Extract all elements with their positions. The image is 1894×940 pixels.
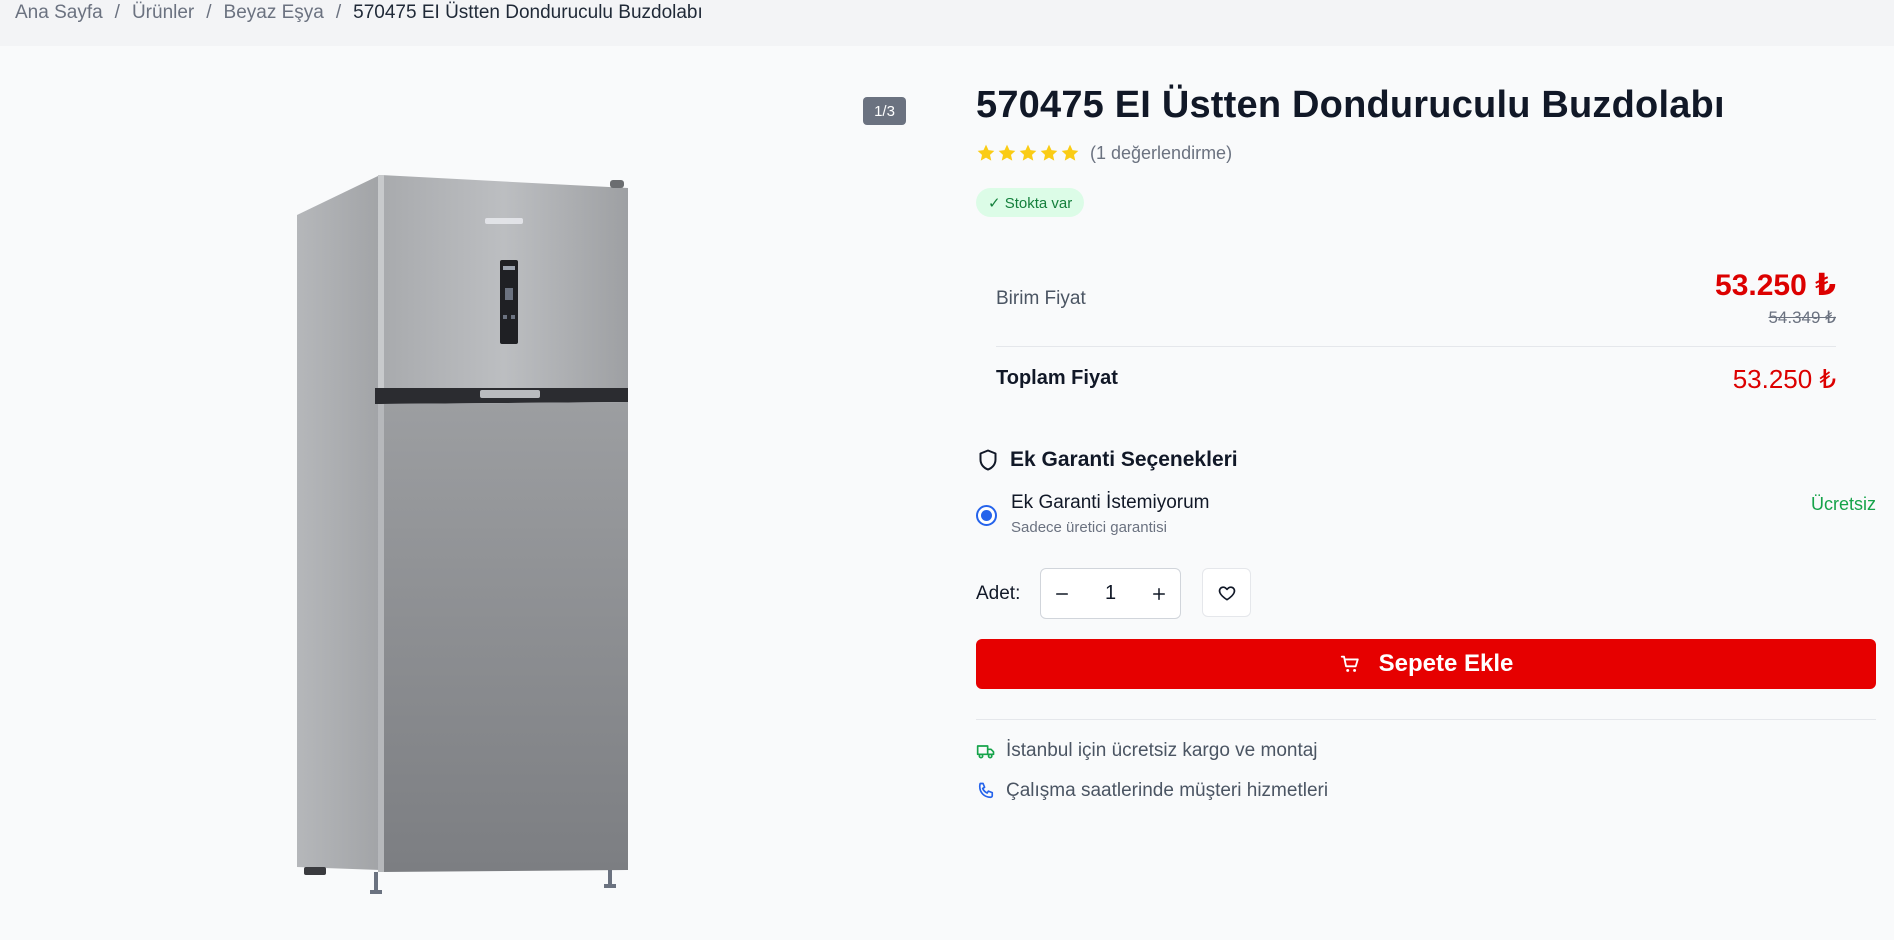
price-box: Birim Fiyat 53.250 ₺ 54.349 ₺ Toplam Fiy… [976, 260, 1856, 415]
breadcrumb-bar: Ana Sayfa / Ürünler / Beyaz Eşya / 57047… [0, 0, 1894, 46]
warranty-radio[interactable] [976, 505, 997, 526]
heart-icon [1218, 585, 1235, 600]
quantity-label: Adet: [976, 583, 1021, 604]
quantity-value[interactable]: 1 [1083, 569, 1138, 618]
decrease-button[interactable] [1041, 569, 1083, 618]
breadcrumb-separator: / [206, 2, 212, 23]
plus-icon [1153, 587, 1165, 600]
total-price: 53.250 ₺ [1732, 364, 1836, 394]
support-info: Çalışma saatlerinde müşteri hizmetleri [976, 780, 1328, 802]
breadcrumb-separator: / [114, 2, 120, 23]
star-icon [977, 144, 995, 161]
star-icon [1040, 144, 1058, 161]
unit-price: 53.250 ₺ [1715, 269, 1836, 302]
fridge-illustration [297, 175, 628, 894]
favorite-button[interactable] [1202, 568, 1251, 617]
product-rating[interactable]: (1 değerlendirme) [976, 142, 1232, 164]
review-count[interactable]: (1 değerlendirme) [1090, 143, 1232, 164]
quantity-stepper: 1 [1040, 568, 1181, 619]
minus-icon [1056, 592, 1068, 595]
add-to-cart-button[interactable]: Sepete Ekle [976, 639, 1876, 689]
price-divider [996, 346, 1836, 347]
add-to-cart-label: Sepete Ekle [1378, 650, 1514, 677]
product-title: 570475 EI Üstten Donduruculu Buzdolabı [976, 84, 1725, 126]
star-icon [1019, 144, 1037, 161]
total-price-label: Toplam Fiyat [996, 367, 1118, 389]
star-icon [1061, 144, 1079, 161]
star-icon [998, 144, 1016, 161]
rating-stars [976, 143, 1080, 163]
info-divider [976, 719, 1876, 720]
support-text: Çalışma saatlerinde müşteri hizmetleri [1006, 780, 1329, 801]
truck-icon [976, 745, 995, 759]
breadcrumb-current: 570475 EI Üstten Donduruculu Buzdolabı [353, 2, 703, 23]
stock-badge: ✓ Stokta var [976, 188, 1085, 217]
breadcrumb-products[interactable]: Ürünler [132, 2, 194, 24]
phone-icon [978, 782, 994, 799]
breadcrumb-home[interactable]: Ana Sayfa [15, 2, 103, 24]
warranty-header: Ek Garanti Seçenekleri [976, 448, 1238, 472]
shield-icon [979, 449, 997, 471]
warranty-option-title: Ek Garanti İstemiyorum [1011, 492, 1210, 513]
shipping-info: İstanbul için ücretsiz kargo ve montaj [976, 740, 1318, 762]
warranty-option[interactable]: Ek Garanti İstemiyorum Sadece üretici ga… [976, 492, 1876, 540]
product-image[interactable] [290, 170, 640, 900]
warranty-option-price: Ücretsiz [1810, 494, 1876, 514]
breadcrumb-category[interactable]: Beyaz Eşya [224, 2, 324, 24]
increase-button[interactable] [1138, 569, 1180, 618]
shipping-text: İstanbul için ücretsiz kargo ve montaj [1006, 740, 1318, 761]
image-counter: 1/3 [863, 97, 906, 125]
breadcrumb: Ana Sayfa / Ürünler / Beyaz Eşya / 57047… [15, 2, 703, 24]
breadcrumb-separator: / [335, 2, 342, 23]
warranty-title: Ek Garanti Seçenekleri [1010, 448, 1238, 471]
old-price: 54.349 ₺ [1768, 308, 1836, 327]
cart-icon [1340, 655, 1359, 672]
unit-price-label: Birim Fiyat [996, 288, 1086, 309]
warranty-option-subtitle: Sadece üretici garantisi [1011, 519, 1167, 536]
